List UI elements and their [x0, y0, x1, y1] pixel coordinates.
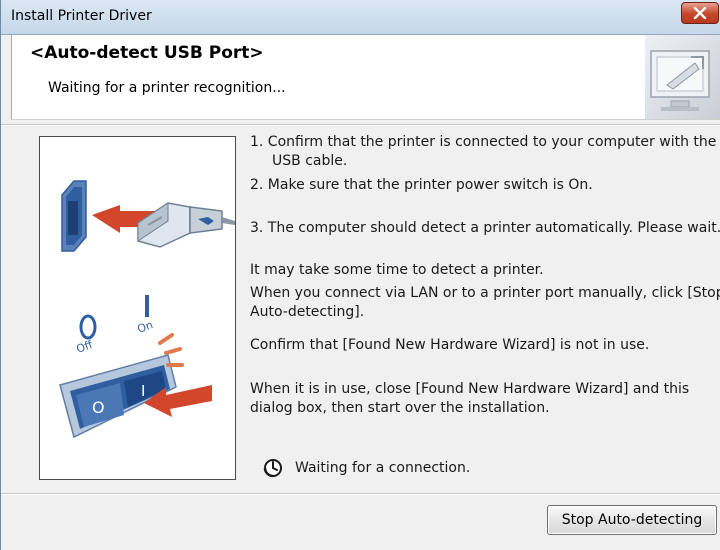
close-button[interactable] [681, 2, 719, 24]
stop-auto-detecting-button[interactable]: Stop Auto-detecting [547, 505, 717, 535]
instruction-step-1: 1. Confirm that the printer is connected… [250, 134, 717, 150]
connection-status: Waiting for a connection. [263, 458, 470, 478]
page-title: <Auto-detect USB Port> [30, 43, 264, 63]
instruction-step-2: 2. Make sure that the printer power swit… [250, 177, 593, 193]
close-icon [693, 7, 707, 19]
switch-on-label: On [136, 318, 155, 336]
usb-connection-illustration: On Off O I [39, 136, 236, 480]
power-labels: On Off [75, 295, 155, 356]
page-subtitle: Waiting for a printer recognition... [48, 80, 286, 96]
note-detect-time: It may take some time to detect a printe… [250, 262, 544, 278]
note-lan-port: When you connect via LAN or to a printer… [250, 285, 720, 301]
footer-separator [1, 493, 720, 495]
switch-left-symbol: O [92, 398, 105, 417]
usb-port-icon [61, 180, 87, 252]
usb-plug-icon [137, 202, 235, 248]
instruction-step-3: 3. The computer should detect a printer … [250, 220, 720, 236]
switch-right-symbol: I [141, 382, 145, 400]
switch-off-label: Off [75, 338, 95, 356]
note-wizard-close: When it is in use, close [Found New Hard… [250, 381, 690, 397]
note-wizard-check: Confirm that [Found New Hardware Wizard]… [250, 337, 650, 353]
computer-screen-icon [645, 35, 720, 119]
clock-icon [263, 459, 282, 478]
window-title: Install Printer Driver [11, 8, 152, 24]
header-separator [1, 124, 720, 126]
note-wizard-close-cont: dialog box, then start over the installa… [250, 400, 550, 416]
header-banner: <Auto-detect USB Port> Waiting for a pri… [11, 35, 720, 120]
status-text: Waiting for a connection. [295, 460, 471, 476]
title-bar: Install Printer Driver [1, 0, 720, 35]
installer-window: Install Printer Driver <Auto-detect USB … [0, 0, 720, 550]
instruction-step-1-cont: USB cable. [272, 153, 348, 169]
connection-diagram: On Off O I [59, 180, 235, 439]
note-lan-port-cont: Auto-detecting]. [250, 304, 365, 320]
